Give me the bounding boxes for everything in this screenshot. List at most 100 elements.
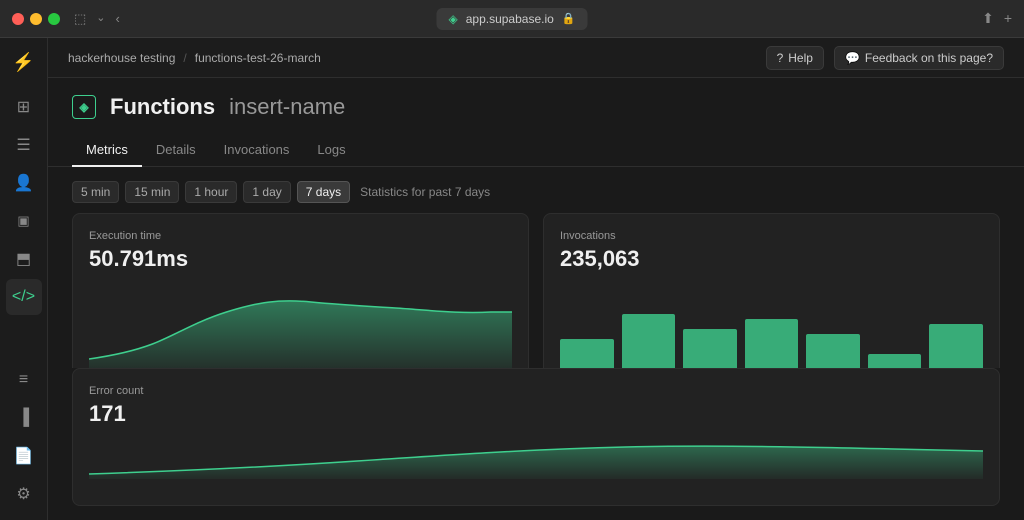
inbox-icon: ⬒ xyxy=(16,249,31,269)
sidebar-toggle-icon[interactable]: ⬚ xyxy=(74,11,86,27)
filter-15min-label: 15 min xyxy=(134,185,170,199)
functions-icon: ◈ xyxy=(72,95,96,119)
titlebar-right-icons: ⬆ + xyxy=(982,10,1012,27)
filter-7days-label: 7 days xyxy=(306,185,341,199)
breadcrumb-separator: / xyxy=(183,51,186,65)
sidebar: ⚡ ⊞ ☰ 👤 ▣ ⬒ </> ≡ ▐ 📄 ⚙ xyxy=(0,38,48,520)
feedback-button[interactable]: 💬 Feedback on this page? xyxy=(834,46,1004,70)
topbar: hackerhouse testing / functions-test-26-… xyxy=(48,38,1024,78)
chevron-down-icon[interactable]: ⌄ xyxy=(96,11,105,27)
minimize-button[interactable] xyxy=(30,13,42,25)
share-icon[interactable]: ⬆ xyxy=(982,10,994,27)
sidebar-item-sql[interactable]: ≡ xyxy=(6,362,42,398)
filter-5min-label: 5 min xyxy=(81,185,110,199)
breadcrumb-project[interactable]: hackerhouse testing xyxy=(68,51,175,65)
page-title-row: ◈ Functions insert-name xyxy=(72,94,1000,120)
breadcrumb: hackerhouse testing / functions-test-26-… xyxy=(68,51,321,65)
error-count-card: Error count 171 xyxy=(72,368,1000,506)
execution-time-label: Execution time xyxy=(89,230,512,242)
gear-icon: ⚙ xyxy=(16,484,30,504)
url-text: app.supabase.io xyxy=(466,12,554,26)
filter-1day[interactable]: 1 day xyxy=(243,181,290,203)
execution-time-chart xyxy=(89,284,512,364)
bar-2 xyxy=(622,314,676,368)
tab-logs[interactable]: Logs xyxy=(303,134,359,167)
file-icon: 📄 xyxy=(14,446,34,466)
new-tab-icon[interactable]: + xyxy=(1004,10,1012,27)
error-count-label: Error count xyxy=(89,385,983,397)
bar-6 xyxy=(868,354,922,368)
feedback-label: Feedback on this page? xyxy=(865,51,993,65)
sidebar-item-logs[interactable]: 📄 xyxy=(6,438,42,474)
charts-grid: Execution time 50.791ms xyxy=(48,213,1024,368)
bar-5 xyxy=(806,334,860,368)
lock-icon: 🔒 xyxy=(562,12,576,25)
breadcrumb-page[interactable]: functions-test-26-march xyxy=(195,51,321,65)
invocations-value: 235,063 xyxy=(560,246,983,272)
invocations-chart xyxy=(560,284,983,364)
filter-1hour-label: 1 hour xyxy=(194,185,228,199)
traffic-lights xyxy=(12,13,60,25)
maximize-button[interactable] xyxy=(48,13,60,25)
tab-invocations-label: Invocations xyxy=(224,142,290,157)
page-subtitle: insert-name xyxy=(229,94,345,120)
url-bar[interactable]: ◈ app.supabase.io 🔒 xyxy=(436,8,587,30)
invocations-label: Invocations xyxy=(560,230,983,242)
supabase-favicon-icon: ◈ xyxy=(448,12,457,26)
code-icon: </> xyxy=(12,288,35,306)
storage-icon: ▣ xyxy=(17,213,29,229)
table-icon: ☰ xyxy=(16,135,30,155)
main-content: hackerhouse testing / functions-test-26-… xyxy=(48,38,1024,520)
sidebar-item-edge-functions[interactable]: ⬒ xyxy=(6,241,42,277)
bar-3 xyxy=(683,329,737,368)
execution-time-svg xyxy=(89,284,512,368)
bar-4 xyxy=(745,319,799,368)
error-count-chart xyxy=(89,439,983,489)
error-count-svg xyxy=(89,439,983,479)
user-icon: 👤 xyxy=(14,173,34,193)
filter-7days[interactable]: 7 days xyxy=(297,181,350,203)
filter-1hour[interactable]: 1 hour xyxy=(185,181,237,203)
bar-chart xyxy=(560,284,983,368)
filter-1day-label: 1 day xyxy=(252,185,281,199)
supabase-logo[interactable]: ⚡ xyxy=(6,46,40,79)
titlebar: ⬚ ⌄ ‹ ◈ app.supabase.io 🔒 ⬆ + xyxy=(0,0,1024,38)
help-button[interactable]: ? Help xyxy=(766,46,824,70)
sidebar-item-home[interactable]: ⊞ xyxy=(6,89,42,125)
tab-details-label: Details xyxy=(156,142,196,157)
help-icon: ? xyxy=(777,51,784,65)
sidebar-item-reports[interactable]: ▐ xyxy=(6,400,42,436)
close-button[interactable] xyxy=(12,13,24,25)
bar-7 xyxy=(929,324,983,368)
execution-time-value: 50.791ms xyxy=(89,246,512,272)
filter-15min[interactable]: 15 min xyxy=(125,181,179,203)
tab-metrics-label: Metrics xyxy=(86,142,128,157)
titlebar-nav-icons: ⬚ ⌄ ‹ xyxy=(74,11,120,27)
error-count-value: 171 xyxy=(89,401,983,427)
filters: 5 min 15 min 1 hour 1 day 7 days Statist… xyxy=(48,167,1024,213)
invocations-card: Invocations 235,063 Apr 1 Apr 1 xyxy=(543,213,1000,368)
tab-metrics[interactable]: Metrics xyxy=(72,134,142,167)
help-label: Help xyxy=(788,51,813,65)
tab-details[interactable]: Details xyxy=(142,134,210,167)
sidebar-item-storage[interactable]: ▣ xyxy=(6,203,42,239)
sidebar-item-settings[interactable]: ⚙ xyxy=(6,476,42,512)
filter-5min[interactable]: 5 min xyxy=(72,181,119,203)
tab-invocations[interactable]: Invocations xyxy=(210,134,304,167)
filter-description: Statistics for past 7 days xyxy=(360,185,490,199)
tabs: Metrics Details Invocations Logs xyxy=(48,134,1024,167)
topbar-actions: ? Help 💬 Feedback on this page? xyxy=(766,46,1004,70)
list-icon: ≡ xyxy=(19,371,28,389)
bar-chart-icon: ▐ xyxy=(18,409,29,427)
diamond-icon: ◈ xyxy=(79,100,88,114)
page-header: ◈ Functions insert-name xyxy=(48,78,1024,134)
bar-1 xyxy=(560,339,614,368)
chat-icon: 💬 xyxy=(845,51,860,65)
page-title: Functions xyxy=(110,94,215,120)
back-icon[interactable]: ‹ xyxy=(116,11,120,27)
execution-time-card: Execution time 50.791ms xyxy=(72,213,529,368)
sidebar-item-authentication[interactable]: 👤 xyxy=(6,165,42,201)
sidebar-item-functions[interactable]: </> xyxy=(6,279,42,315)
sidebar-item-table-editor[interactable]: ☰ xyxy=(6,127,42,163)
home-icon: ⊞ xyxy=(17,97,30,117)
